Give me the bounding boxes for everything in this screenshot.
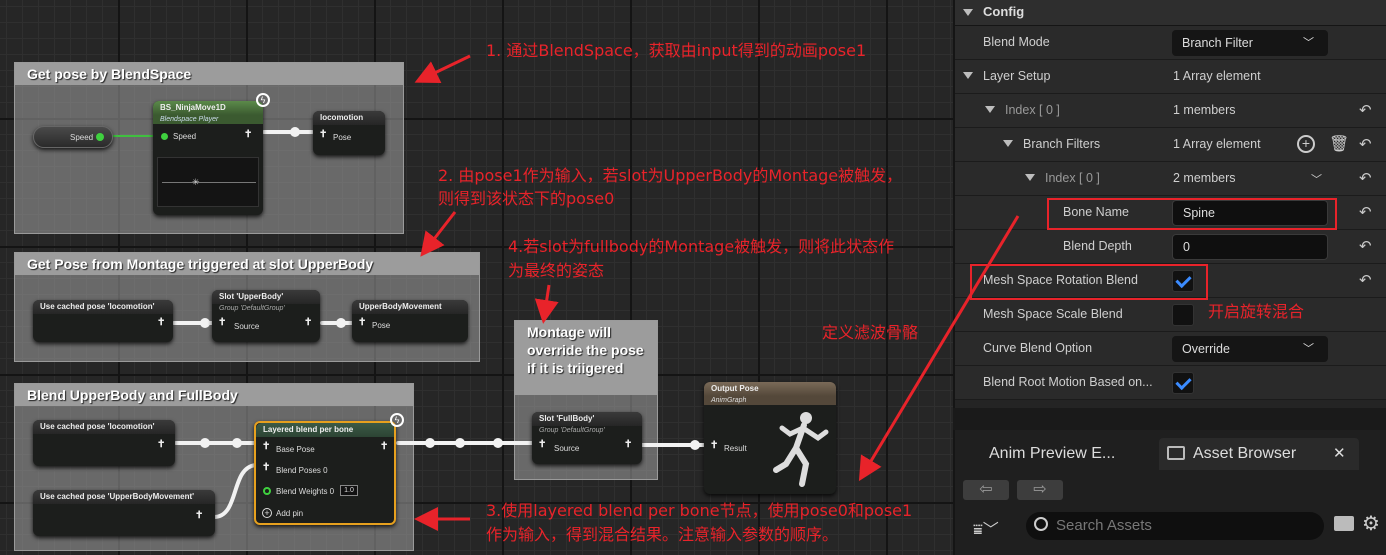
back-button[interactable]: ⇦ (963, 480, 1009, 500)
anim-graph-canvas[interactable]: Get pose by BlendSpace Get Pose from Mon… (0, 0, 953, 555)
chevron-down-icon: ﹀ (1303, 343, 1314, 355)
reset-icon[interactable]: ↶ (1359, 272, 1377, 290)
row-label: Blend Depth (1063, 239, 1132, 253)
combo-value: Override (1182, 342, 1230, 356)
reset-icon[interactable]: ↶ (1359, 136, 1377, 154)
tab-asset-browser[interactable]: Asset Browser ✕ (1159, 438, 1359, 470)
reset-icon[interactable]: ↶ (1359, 102, 1377, 120)
row-index-0-inner: Index [ 0 ] 2 members ﹀ ↶ (955, 162, 1386, 196)
combo-value: Branch Filter (1182, 36, 1253, 50)
gear-icon[interactable]: ⚙ (1362, 511, 1380, 536)
reset-icon[interactable]: ↶ (1359, 238, 1377, 256)
add-element-icon[interactable]: + (1297, 135, 1315, 153)
row-value: 1 Array element (1173, 69, 1261, 83)
mesh-space-scale-checkbox[interactable] (1172, 304, 1194, 326)
tab-anim-preview[interactable]: Anim Preview E... (989, 438, 1115, 470)
expand-arrow-icon[interactable] (963, 72, 973, 79)
row-value: 2 members (1173, 171, 1236, 185)
curve-blend-combo[interactable]: Override ﹀ (1172, 336, 1328, 362)
delete-icon[interactable]: 🗑 (1329, 134, 1349, 154)
close-icon[interactable]: ✕ (1333, 438, 1346, 470)
row-label: Branch Filters (1023, 137, 1101, 151)
row-label: Blend Mode (983, 35, 1050, 49)
tab-label: Asset Browser (1193, 445, 1297, 462)
reset-icon[interactable]: ↶ (1359, 204, 1377, 222)
row-layer-setup: Layer Setup 1 Array element (955, 60, 1386, 94)
config-section-header[interactable]: Config (955, 0, 1386, 26)
annotation-arrows (414, 54, 559, 531)
row-branch-filters: Branch Filters 1 Array element + 🗑 ↶ (955, 128, 1386, 162)
row-index-0: Index [ 0 ] 1 members ↶ (955, 94, 1386, 128)
section-title: Config (983, 4, 1025, 19)
collapse-arrow-icon[interactable] (963, 9, 973, 16)
chevron-down-icon: ﹀ (1303, 37, 1314, 49)
reset-icon[interactable]: ↶ (1359, 170, 1377, 188)
blend-depth-input[interactable]: 0 (1172, 234, 1328, 260)
blend-mode-combo[interactable]: Branch Filter ﹀ (1172, 30, 1328, 56)
row-label: Index [ 0 ] (1005, 103, 1060, 117)
row-label: Layer Setup (983, 69, 1051, 83)
root-motion-checkbox[interactable] (1172, 372, 1194, 394)
search-icon (1034, 517, 1048, 531)
annotation-rotation: 开启旋转混合 (1208, 302, 1305, 321)
expand-arrow-icon[interactable] (985, 106, 995, 113)
forward-button[interactable]: ⇨ (1017, 480, 1063, 500)
expand-arrow-icon[interactable] (1025, 174, 1035, 181)
search-input[interactable]: Search Assets (1026, 512, 1324, 540)
row-value: 1 members (1173, 103, 1236, 117)
filter-icon[interactable]: ⩸﹀ (973, 516, 999, 540)
expand-arrow-icon[interactable] (1003, 140, 1013, 147)
row-value: 1 Array element (1173, 137, 1261, 151)
chevron-down-icon[interactable]: ﹀ (1311, 171, 1322, 187)
asset-browser-icon (1167, 446, 1185, 460)
row-label: Index [ 0 ] (1045, 171, 1100, 185)
highlight-bone-name (1047, 198, 1337, 230)
folder-icon[interactable] (1334, 516, 1354, 531)
row-blend-mode: Blend Mode Branch Filter ﹀ (955, 26, 1386, 60)
